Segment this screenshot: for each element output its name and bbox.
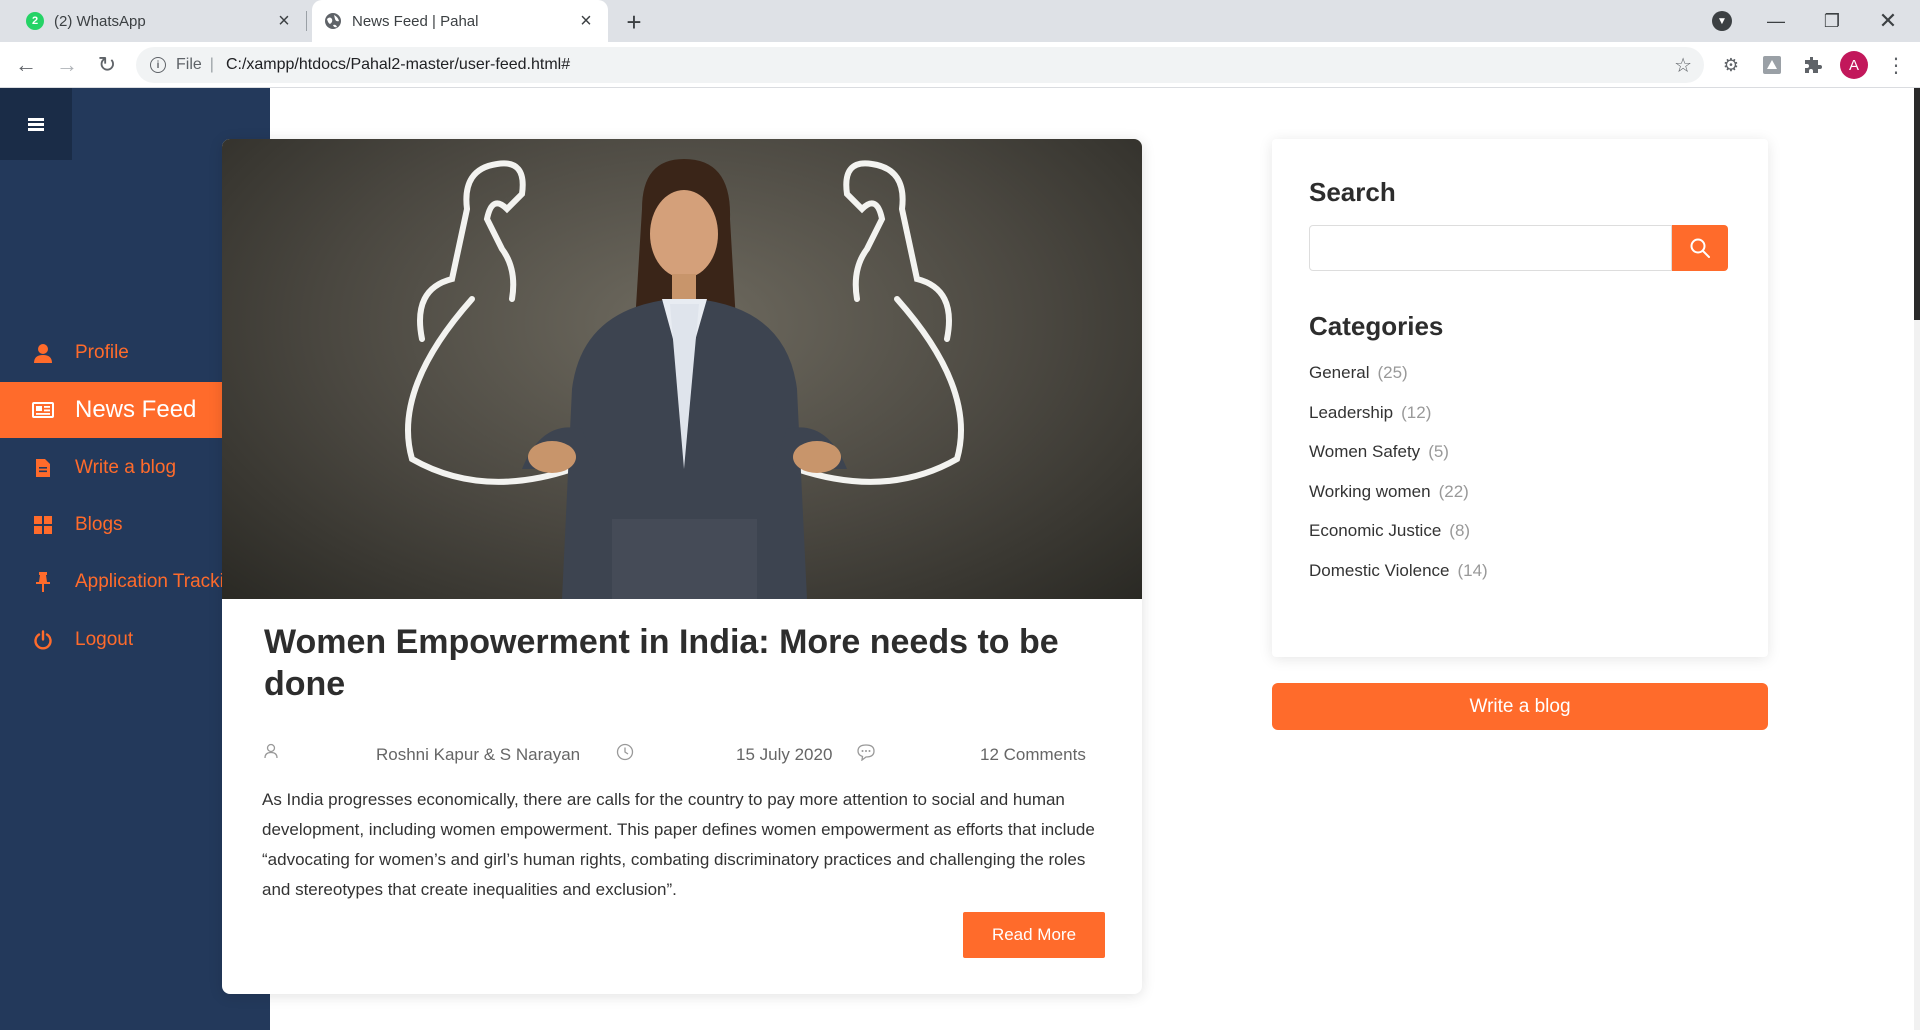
category-name: Economic Justice [1309, 521, 1442, 540]
browser-toolbar: ← → ↻ i File | C:/xampp/htdocs/Pahal2-ma… [0, 42, 1920, 88]
category-count: (8) [1449, 521, 1471, 540]
globe-icon [324, 12, 342, 30]
power-icon [32, 629, 54, 651]
comment-icon [856, 743, 876, 766]
reload-icon[interactable]: ↻ [91, 49, 123, 81]
pin-icon [32, 571, 54, 593]
hamburger-menu-icon[interactable] [0, 88, 72, 160]
sidebar-item-label: Profile [75, 342, 129, 363]
url-text[interactable]: C:/xampp/htdocs/Pahal2-master/user-feed.… [226, 56, 570, 74]
category-count: (14) [1457, 561, 1488, 580]
author-icon [264, 743, 278, 764]
category-name: Leadership [1309, 403, 1394, 422]
tab-whatsapp[interactable]: 2 (2) WhatsApp × [0, 0, 306, 42]
tab-title: News Feed | Pahal [352, 12, 479, 30]
category-count: (5) [1428, 442, 1449, 461]
write-blog-button[interactable]: Write a blog [1272, 683, 1768, 730]
restore-icon[interactable]: ❐ [1804, 0, 1860, 42]
sidebar-item-write-blog[interactable]: Write a blog [0, 440, 222, 496]
url-separator: | [209, 56, 214, 73]
tab-divider [306, 11, 307, 31]
post-comments[interactable]: 12 Comments [980, 745, 1086, 765]
sidebar-item-label: Write a blog [75, 457, 177, 478]
sidebar-item-label: Application Tracking [75, 571, 222, 592]
sidebar-item-application-tracking[interactable]: Application Tracking [0, 554, 222, 610]
sidebar-item-label: Logout [75, 629, 134, 650]
address-bar[interactable]: i File | C:/xampp/htdocs/Pahal2-master/u… [136, 47, 1704, 83]
category-item-women-safety[interactable]: Women Safety (5) [1309, 442, 1449, 462]
sidebar-widget: Search Categories General (25) Leadership… [1272, 139, 1768, 657]
minimize-icon[interactable]: — [1748, 0, 1804, 42]
whatsapp-icon: 2 [26, 12, 44, 30]
browser-tab-bar: 2 (2) WhatsApp × News Feed | Pahal × + ▼… [0, 0, 1920, 42]
tab-news-feed[interactable]: News Feed | Pahal × [312, 0, 608, 42]
more-menu-icon[interactable]: ⋮ [1884, 51, 1908, 79]
forward-icon[interactable]: → [51, 49, 83, 81]
category-item-leadership[interactable]: Leadership (12) [1309, 403, 1431, 423]
sidebar-item-label: Blogs [75, 514, 123, 535]
clock-icon [616, 743, 634, 766]
post-meta: Roshni Kapur & S Narayan 15 July 2020 12… [264, 743, 1094, 767]
categories-heading: Categories [1309, 311, 1444, 341]
category-name: Working women [1309, 482, 1431, 501]
search-input[interactable] [1309, 225, 1672, 271]
category-name: General [1309, 363, 1370, 382]
category-count: (25) [1377, 363, 1408, 382]
search-icon [1690, 238, 1710, 258]
category-item-economic-justice[interactable]: Economic Justice (8) [1309, 521, 1470, 541]
extension-gear-icon[interactable]: ⚙ [1718, 52, 1744, 78]
user-icon [32, 342, 54, 364]
profile-avatar[interactable]: A [1840, 51, 1868, 79]
extensions-puzzle-icon[interactable] [1800, 52, 1826, 78]
close-icon[interactable]: × [574, 9, 598, 33]
tab-search-icon[interactable]: ▼ [1712, 11, 1732, 31]
category-item-domestic-violence[interactable]: Domestic Violence (14) [1309, 561, 1488, 581]
file-label: File [176, 56, 202, 73]
category-item-general[interactable]: General (25) [1309, 363, 1408, 383]
page: Profile News Feed Write a blog Blogs App [0, 88, 1920, 1030]
scrollbar-thumb[interactable] [1914, 88, 1920, 320]
sidebar-item-blogs[interactable]: Blogs [0, 497, 222, 553]
search-button[interactable] [1672, 225, 1728, 271]
sidebar-item-logout[interactable]: Logout [0, 612, 222, 668]
read-more-button[interactable]: Read More [963, 912, 1105, 958]
search-heading: Search [1309, 177, 1396, 207]
category-name: Domestic Violence [1309, 561, 1450, 580]
bookmark-star-icon[interactable]: ☆ [1674, 53, 1692, 78]
post-card: Women Empowerment in India: More needs t… [222, 139, 1142, 994]
post-title[interactable]: Women Empowerment in India: More needs t… [264, 621, 1104, 705]
sidebar-item-profile[interactable]: Profile [0, 325, 222, 381]
document-icon [32, 457, 54, 479]
close-window-icon[interactable]: ✕ [1860, 0, 1916, 42]
category-name: Women Safety [1309, 442, 1421, 461]
page-scrollbar[interactable] [1914, 88, 1920, 1030]
category-count: (12) [1401, 403, 1432, 422]
category-item-working-women[interactable]: Working women (22) [1309, 482, 1469, 502]
post-featured-image [222, 139, 1142, 599]
post-excerpt: As India progresses economically, there … [262, 790, 1095, 899]
post-date: 15 July 2020 [736, 745, 833, 764]
close-icon[interactable]: × [272, 9, 296, 33]
new-tab-button[interactable]: + [620, 7, 648, 37]
sidebar-item-news-feed[interactable]: News Feed [0, 382, 222, 438]
info-icon[interactable]: i [150, 57, 166, 73]
grid-icon [32, 514, 54, 536]
back-icon[interactable]: ← [10, 49, 42, 81]
tab-title: (2) WhatsApp [54, 12, 146, 30]
post-author: Roshni Kapur & S Narayan [376, 745, 581, 764]
extension-pdf-icon[interactable] [1759, 52, 1785, 78]
newspaper-icon [32, 399, 54, 421]
category-count: (22) [1438, 482, 1469, 501]
sidebar-item-label: News Feed [75, 396, 197, 423]
